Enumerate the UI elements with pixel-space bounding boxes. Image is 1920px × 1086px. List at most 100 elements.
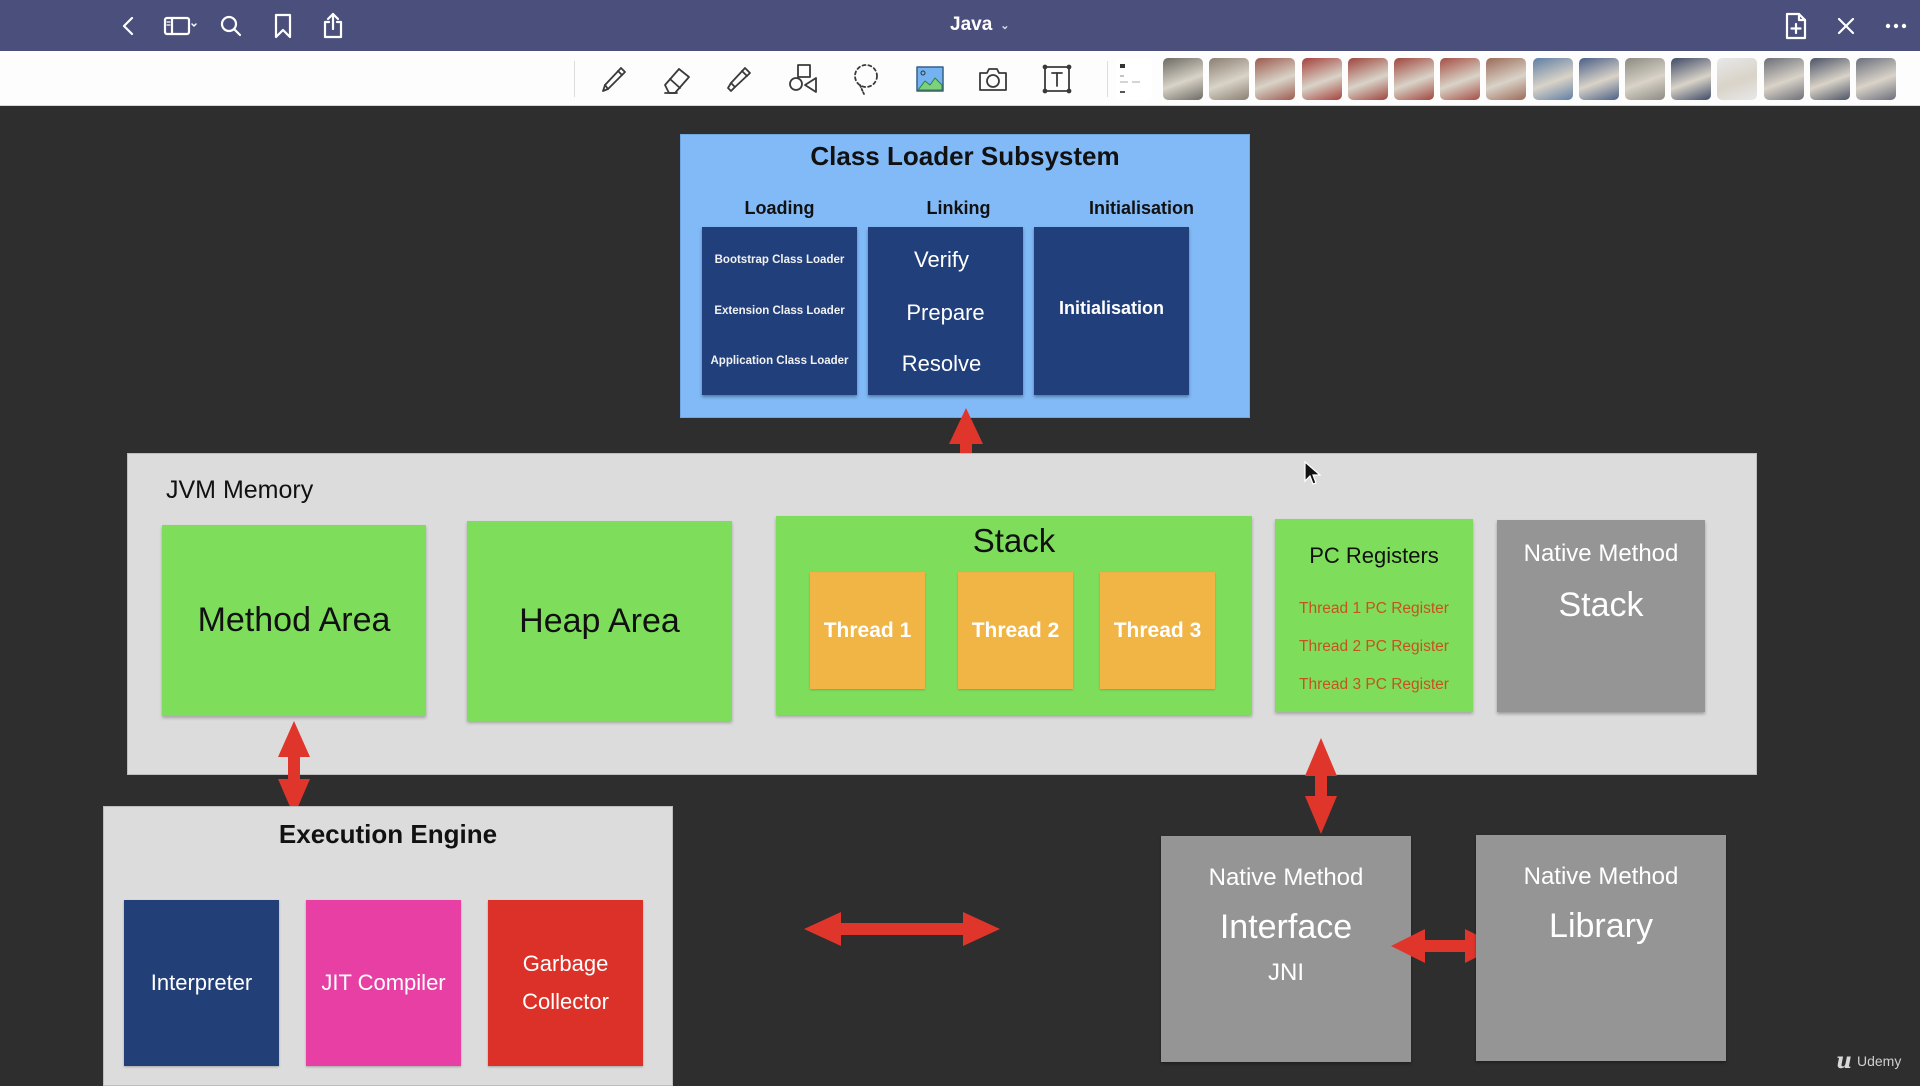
- thread-1-label: Thread 1: [823, 618, 912, 642]
- udemy-brand: Udemy: [1857, 1053, 1902, 1069]
- garbage-collector-label-line2: Collector: [522, 989, 609, 1014]
- add-page-button[interactable]: [1781, 11, 1811, 41]
- thread-1-pc-register: Thread 1 PC Register: [1299, 600, 1449, 617]
- native-interface-jni: JNI: [1268, 959, 1304, 986]
- thread-1-stack[interactable]: Thread 1: [810, 572, 925, 689]
- jvm-memory-container[interactable]: JVM Memory Method Area Heap Area Stack T…: [127, 453, 1757, 775]
- thread-3-stack[interactable]: Thread 3: [1100, 572, 1215, 689]
- share-icon: [323, 12, 343, 39]
- pc-registers[interactable]: PC Registers Thread 1 PC Register Thread…: [1275, 519, 1473, 712]
- sidebar-toggle-button[interactable]: [162, 11, 200, 41]
- image-icon: [916, 66, 944, 92]
- garbage-collector-label-line1: Garbage: [522, 951, 609, 976]
- page-thumbnail[interactable]: [1440, 58, 1481, 100]
- bookmark-icon: [274, 13, 292, 39]
- close-icon: [1837, 17, 1855, 35]
- loading-panel[interactable]: Bootstrap Class Loader Extension Class L…: [702, 227, 857, 395]
- page-thumbnail[interactable]: [1301, 58, 1342, 100]
- page-thumbnail[interactable]: [1856, 58, 1896, 100]
- stack-area[interactable]: Stack Thread 1 Thread 2 Thread 3: [776, 516, 1252, 715]
- jit-compiler-label: JIT Compiler: [321, 970, 446, 995]
- chevron-down-icon: ⌄: [1000, 19, 1010, 32]
- thread-3-label: Thread 3: [1113, 618, 1202, 642]
- page-thumbnail[interactable]: [1763, 58, 1804, 100]
- back-button[interactable]: [114, 11, 144, 41]
- more-button[interactable]: [1881, 11, 1911, 41]
- search-button[interactable]: [216, 11, 246, 41]
- eraser-icon: [664, 68, 690, 94]
- close-button[interactable]: [1831, 11, 1861, 41]
- linking-label: Linking: [926, 198, 991, 218]
- native-method-interface[interactable]: Native Method Interface JNI: [1161, 836, 1411, 1062]
- page-thumbnail[interactable]: [1163, 58, 1203, 100]
- shapes-tool-button[interactable]: [783, 59, 823, 99]
- native-method-stack-line1: Native Method: [1523, 540, 1679, 567]
- bootstrap-class-loader: Bootstrap Class Loader: [714, 254, 845, 266]
- extension-class-loader: Extension Class Loader: [714, 305, 845, 317]
- thread-2-stack[interactable]: Thread 2: [958, 572, 1073, 689]
- resolve-step: Resolve: [901, 351, 982, 376]
- page-thumbnail[interactable]: [1532, 58, 1573, 100]
- native-interface-line2: Interface: [1219, 908, 1353, 946]
- page-thumbnail[interactable]: [1486, 58, 1527, 100]
- pc-registers-title: PC Registers: [1309, 543, 1439, 568]
- pen-icon: [602, 67, 626, 92]
- more-icon: [1885, 23, 1907, 29]
- linking-panel[interactable]: Verify Prepare Resolve: [868, 227, 1023, 395]
- add-page-icon: [1785, 12, 1807, 40]
- page-thumbnail[interactable]: [1209, 58, 1250, 100]
- native-library-line2: Library: [1549, 907, 1653, 945]
- sidebar-toggle-icon: [163, 16, 197, 36]
- pen-tool-button[interactable]: [593, 59, 633, 99]
- highlighter-icon: [727, 67, 751, 92]
- thread-3-pc-register: Thread 3 PC Register: [1299, 676, 1449, 693]
- share-button[interactable]: [318, 11, 348, 41]
- page-thumbnail[interactable]: [1255, 58, 1296, 100]
- page-thumbnail[interactable]: [1578, 58, 1619, 100]
- native-method-stack[interactable]: Native Method Stack: [1497, 520, 1705, 712]
- page-thumbnail[interactable]: [1347, 58, 1388, 100]
- native-library-line1: Native Method: [1523, 863, 1679, 890]
- drawing-toolbar: [0, 51, 1920, 106]
- heap-area[interactable]: Heap Area: [467, 521, 732, 721]
- document-title-dropdown[interactable]: Java ⌄: [950, 14, 1010, 36]
- toolbar-divider: [574, 61, 575, 97]
- stack-title: Stack: [972, 522, 1056, 559]
- page-thumbnail[interactable]: [1809, 58, 1850, 100]
- thread-2-label: Thread 2: [971, 618, 1060, 642]
- page-thumbnail[interactable]: [1625, 58, 1665, 100]
- class-loader-subsystem[interactable]: Class Loader Subsystem Loading Linking I…: [680, 134, 1250, 418]
- mouse-cursor-icon: [1304, 461, 1322, 485]
- arrow-memory-native-interface: [1305, 738, 1337, 834]
- native-method-library[interactable]: Native Method Library: [1476, 835, 1726, 1061]
- image-tool-button[interactable]: [910, 59, 950, 99]
- highlighter-tool-button[interactable]: [719, 59, 759, 99]
- text-tool-button[interactable]: [1037, 59, 1077, 99]
- page-thumbnail[interactable]: [1717, 58, 1758, 100]
- interpreter[interactable]: Interpreter: [124, 900, 279, 1066]
- shapes-icon: [789, 64, 817, 93]
- udemy-watermark: u Udemy: [1836, 1048, 1901, 1074]
- camera-tool-button[interactable]: [973, 59, 1013, 99]
- jvm-memory-label: JVM Memory: [166, 476, 314, 504]
- lasso-tool-button[interactable]: [846, 59, 886, 99]
- arrow-execution-engine-native-interface: [804, 912, 1000, 946]
- initialisation-panel[interactable]: Initialisation: [1034, 227, 1189, 395]
- page-thumbnail[interactable]: [1671, 58, 1712, 100]
- execution-engine[interactable]: Execution Engine Interpreter JIT Compile…: [103, 806, 673, 1086]
- udemy-logo-icon: u: [1836, 1048, 1852, 1074]
- page-thumbnail[interactable]: [1116, 58, 1152, 100]
- method-area[interactable]: Method Area: [162, 525, 426, 716]
- garbage-collector[interactable]: Garbage Collector: [488, 900, 643, 1066]
- title-bar: Java ⌄: [0, 0, 1920, 51]
- class-loader-title: Class Loader Subsystem: [810, 141, 1120, 171]
- eraser-tool-button[interactable]: [656, 59, 696, 99]
- jit-compiler[interactable]: JIT Compiler: [306, 900, 461, 1066]
- application-class-loader: Application Class Loader: [710, 355, 849, 367]
- initialisation-step: Initialisation: [1058, 298, 1164, 318]
- page-thumbnail[interactable]: [1394, 58, 1434, 100]
- loading-label: Loading: [744, 198, 815, 218]
- prepare-step: Prepare: [906, 300, 985, 325]
- bookmark-button[interactable]: [268, 11, 298, 41]
- interpreter-label: Interpreter: [150, 970, 253, 995]
